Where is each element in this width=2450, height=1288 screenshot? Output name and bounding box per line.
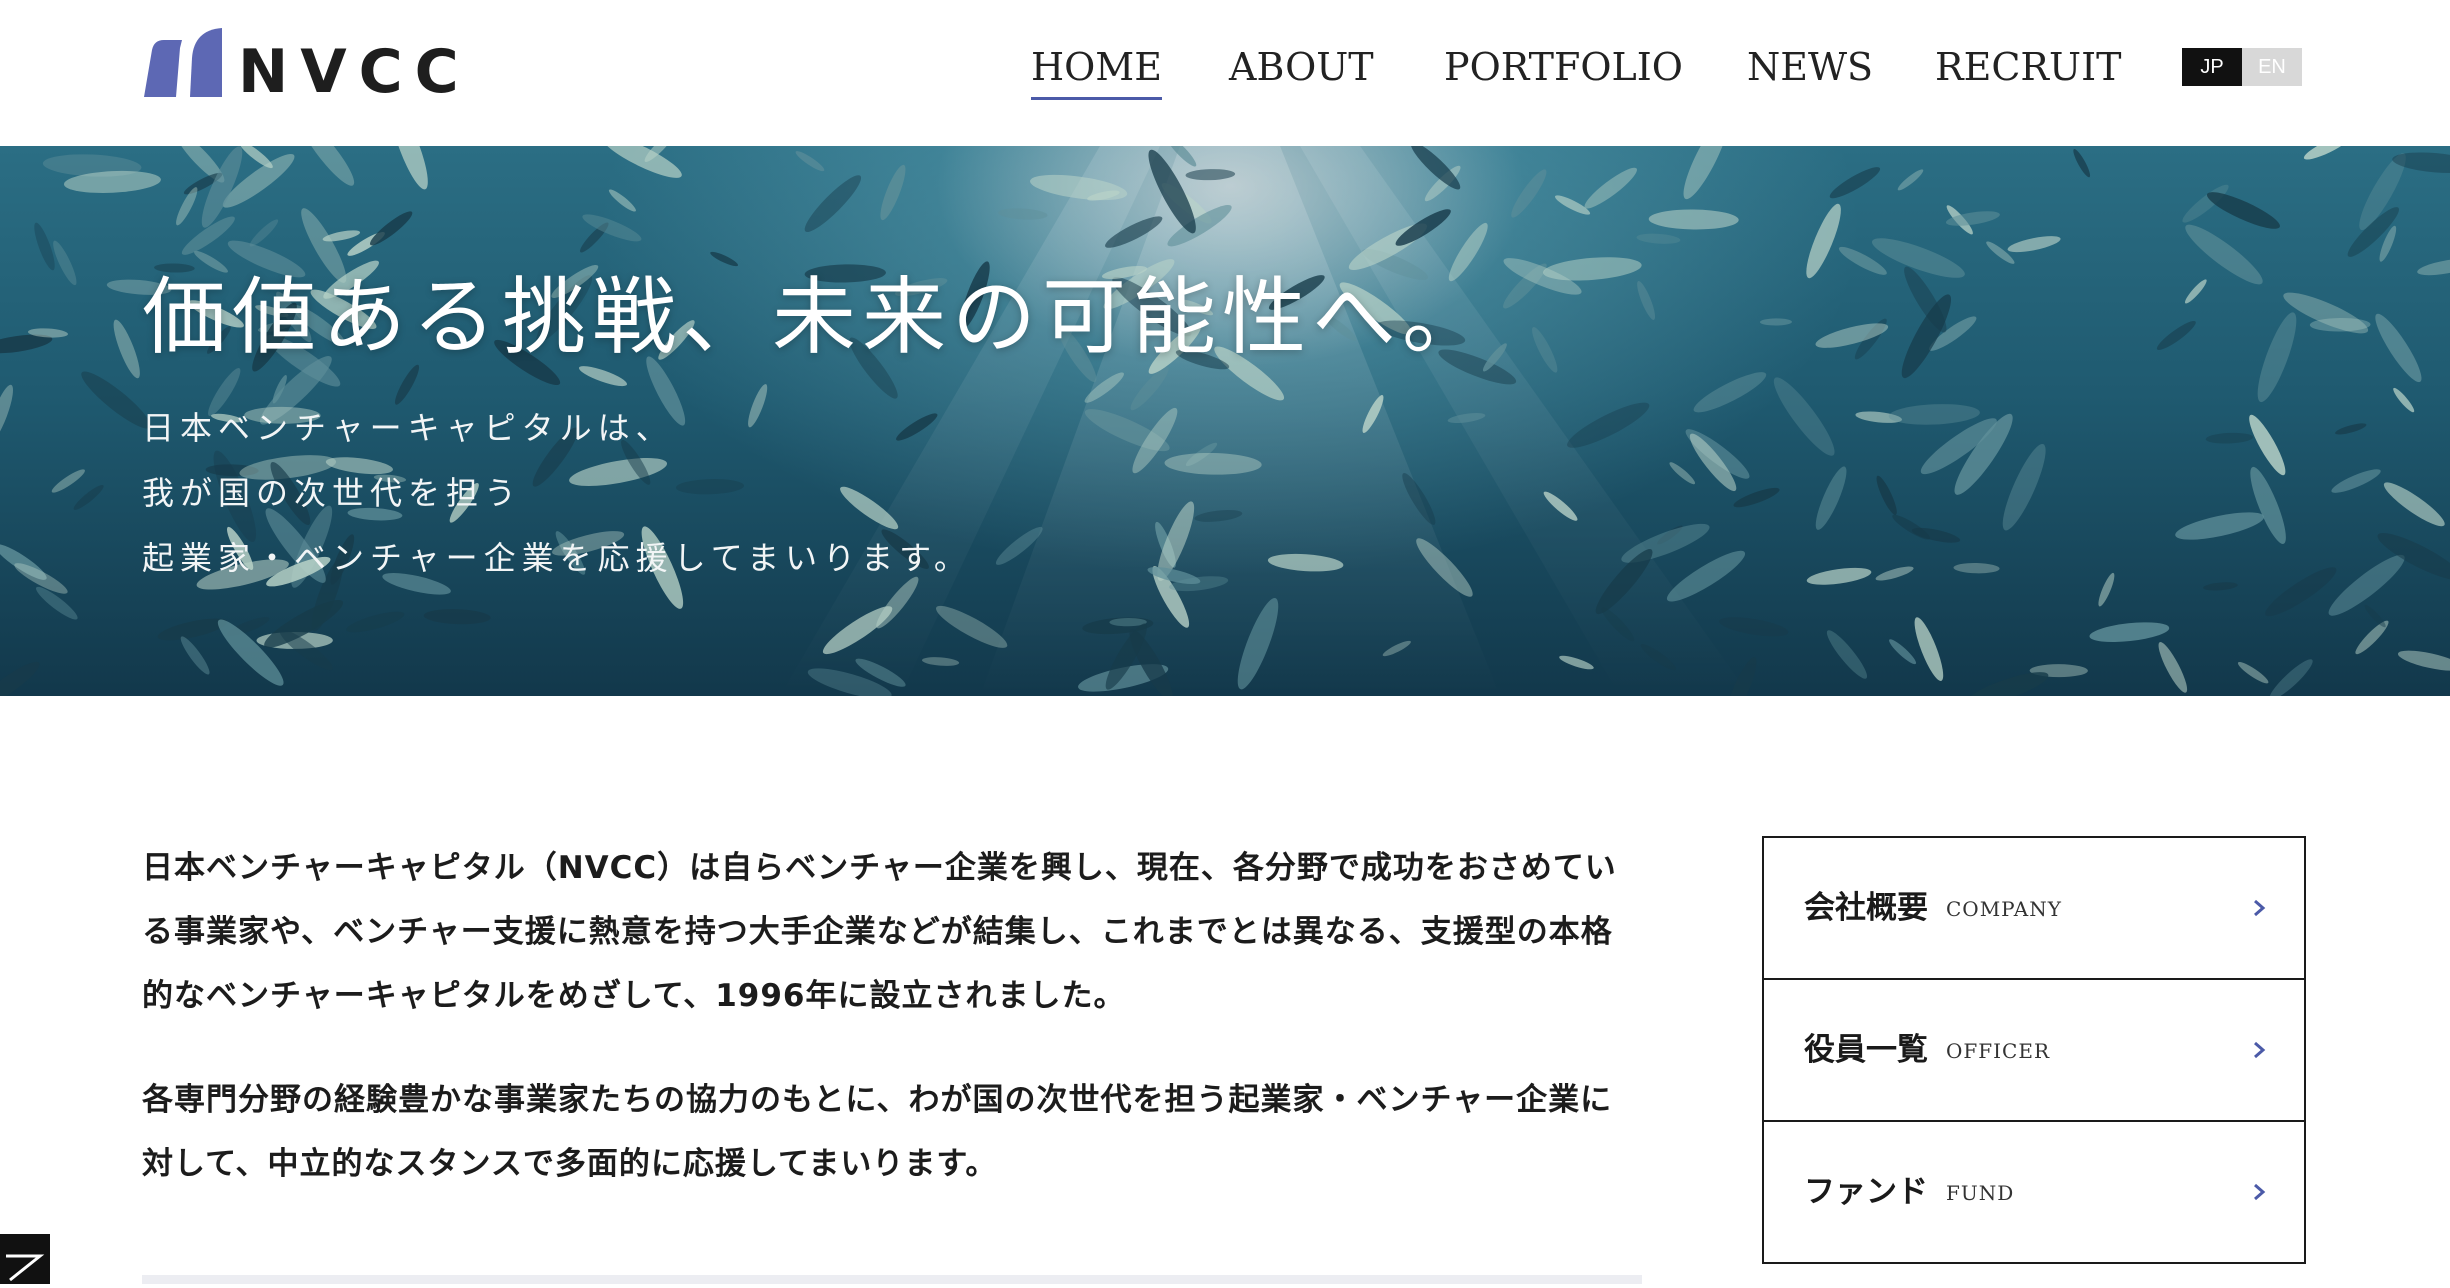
hero-subtitle-line: 日本ベンチャーキャピタルは、 [142, 409, 674, 447]
sidebar-item-sublabel: COMPANY [1946, 897, 2062, 921]
intro-section: 日本ベンチャーキャピタル（NVCC）は自らベンチャー企業を興し、現在、各分野で成… [142, 836, 1642, 1196]
about-sidebar-menu: 会社概要 COMPANY 役員一覧 OFFICER ファンド FUND [1762, 836, 2306, 1264]
nav-recruit[interactable]: RECRUIT [1935, 40, 2121, 94]
hero-banner: 価値ある挑戦、未来の可能性へ。 日本ベンチャーキャピタルは、 我が国の次世代を担… [0, 146, 2450, 696]
sidebar-item-label: ファンド [1804, 1174, 1928, 1210]
language-switcher: JP EN [2182, 48, 2302, 86]
chevron-right-icon [2254, 899, 2266, 917]
corner-mark-icon [6, 1254, 45, 1282]
lang-jp-button[interactable]: JP [2182, 48, 2242, 86]
chevron-right-icon [2254, 1041, 2266, 1059]
hero-subtitle-line: 起業家・ベンチャー企業を応援してまいります。 [142, 539, 972, 577]
nav-about[interactable]: ABOUT [1229, 40, 1374, 94]
lang-en-button[interactable]: EN [2242, 48, 2302, 86]
sidebar-item-fund[interactable]: ファンド FUND [1764, 1122, 2304, 1264]
corner-badge-icon[interactable] [0, 1234, 50, 1284]
site-header: NVCC HOME ABOUT PORTFOLIO NEWS RECRUIT J… [0, 0, 2450, 146]
intro-paragraph: 各専門分野の経験豊かな事業家たちの協力のもとに、わが国の次世代を担う起業家・ベン… [142, 1082, 1613, 1182]
intro-paragraph: 日本ベンチャーキャピタル（NVCC）は自らベンチャー企業を興し、現在、各分野で成… [142, 850, 1617, 1014]
logo-mark-icon [144, 28, 222, 97]
nav-home[interactable]: HOME [1031, 40, 1162, 100]
sidebar-item-label: 会社概要 [1804, 890, 1928, 926]
hero-title: 価値ある挑戦、未来の可能性へ。 [142, 268, 1493, 366]
site-logo[interactable]: NVCC [142, 28, 471, 102]
sidebar-item-officer[interactable]: 役員一覧 OFFICER [1764, 980, 2304, 1122]
hero-subtitle-line: 我が国の次世代を担う [142, 474, 523, 512]
content-divider [142, 1275, 1642, 1284]
sidebar-item-label: 役員一覧 [1804, 1032, 1928, 1068]
sidebar-item-company[interactable]: 会社概要 COMPANY [1764, 838, 2304, 980]
chevron-right-icon [2254, 1183, 2266, 1201]
nav-news[interactable]: NEWS [1747, 40, 1873, 94]
nav-portfolio[interactable]: PORTFOLIO [1444, 40, 1683, 94]
hero-subtitle: 日本ベンチャーキャピタルは、 我が国の次世代を担う 起業家・ベンチャー企業を応援… [142, 396, 972, 591]
sidebar-item-sublabel: FUND [1946, 1181, 2015, 1205]
logo-text: NVCC [238, 37, 471, 107]
sidebar-item-sublabel: OFFICER [1946, 1039, 2051, 1063]
